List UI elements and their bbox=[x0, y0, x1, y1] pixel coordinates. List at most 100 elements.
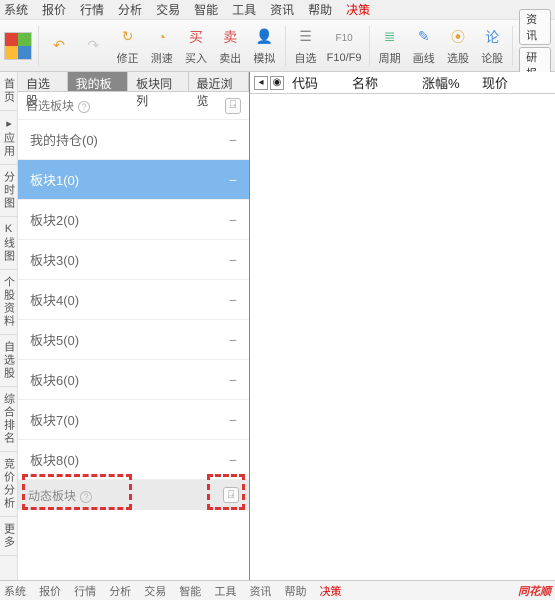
col-price[interactable]: 现价 bbox=[478, 73, 528, 92]
collapse-icon[interactable]: − bbox=[229, 412, 237, 428]
menu-smart[interactable]: 智能 bbox=[194, 1, 218, 18]
list-item[interactable]: 板块6(0) − bbox=[18, 360, 249, 400]
menu-system[interactable]: 系统 bbox=[4, 1, 28, 18]
vtab-more[interactable]: 更多 bbox=[0, 517, 19, 556]
toolbar-fix-label: 修正 bbox=[117, 50, 139, 66]
vtab-favorites[interactable]: 自选股 bbox=[0, 335, 19, 387]
menu-news[interactable]: 资讯 bbox=[270, 1, 294, 18]
buy-icon: 买 bbox=[185, 26, 207, 48]
status-menu-item[interactable]: 交易 bbox=[144, 586, 166, 598]
vtab-stockinfo[interactable]: 个股资料 bbox=[0, 270, 19, 335]
toolbar-separator bbox=[38, 26, 39, 66]
collapse-icon[interactable]: − bbox=[229, 252, 237, 268]
col-change[interactable]: 涨幅% bbox=[418, 73, 478, 92]
toolbar-pick-button[interactable]: ⦿选股 bbox=[444, 23, 472, 69]
status-menu-item[interactable]: 报价 bbox=[39, 586, 61, 598]
toolbar-f10-button[interactable]: F10F10/F9 bbox=[326, 23, 363, 69]
vtab-auction[interactable]: 竞价分析 bbox=[0, 452, 19, 517]
back-icon: ↶ bbox=[48, 35, 70, 57]
toolbar-fav-button[interactable]: ☰自选 bbox=[291, 23, 319, 69]
menu-market[interactable]: 行情 bbox=[80, 1, 104, 18]
list-item[interactable]: 板块2(0)− bbox=[18, 200, 249, 240]
toolbar-f10-label: F10/F9 bbox=[327, 52, 362, 64]
status-menu-item[interactable]: 系统 bbox=[4, 586, 26, 598]
add-dynamic-sector-button[interactable]: ⍈ bbox=[223, 487, 239, 503]
vtab-home[interactable]: 首页 bbox=[0, 72, 19, 111]
menu-help[interactable]: 帮助 bbox=[308, 1, 332, 18]
col-name[interactable]: 名称 bbox=[348, 73, 418, 92]
target-icon[interactable]: ◉ bbox=[270, 76, 284, 90]
list-item[interactable]: 板块7(0) − bbox=[18, 400, 249, 440]
list-item-label: 板块4(0) bbox=[30, 290, 79, 309]
vtab-ranking[interactable]: 综合排名 bbox=[0, 387, 19, 452]
menu-strategy[interactable]: 决策 bbox=[346, 1, 370, 18]
status-menu-item[interactable]: 行情 bbox=[74, 586, 96, 598]
panel: 自选股 我的板块 板块同列 最近浏览 自选板块? ⍈ 我的持仓(0) − 板块1(… bbox=[18, 72, 250, 580]
nav-forward-button[interactable]: ↷ bbox=[79, 23, 107, 69]
toolbar-news-button[interactable]: 资讯 bbox=[519, 9, 551, 45]
tab-sector-cols[interactable]: 板块同列 bbox=[128, 72, 188, 91]
collapse-icon[interactable]: − bbox=[229, 132, 237, 148]
collapse-icon[interactable]: − bbox=[229, 172, 237, 188]
panel-header-label: 自选板块? bbox=[26, 97, 90, 114]
list-item-label: 板块7(0) bbox=[30, 410, 79, 429]
tab-self[interactable]: 自选股 bbox=[18, 72, 68, 91]
status-menu-item[interactable]: 工具 bbox=[214, 586, 236, 598]
tab-recent[interactable]: 最近浏览 bbox=[189, 72, 249, 91]
list-item-label: 板块8(0) bbox=[30, 450, 79, 469]
collapse-icon[interactable]: − bbox=[229, 332, 237, 348]
menu-trade[interactable]: 交易 bbox=[156, 1, 180, 18]
menu-quote[interactable]: 报价 bbox=[42, 1, 66, 18]
list-item-label: 我的持仓(0) bbox=[30, 130, 98, 149]
forum-icon: 论 bbox=[481, 26, 503, 48]
list-item-label: 板块1(0) bbox=[30, 170, 79, 189]
fix-icon: ↻ bbox=[117, 26, 139, 48]
collapse-icon[interactable]: − bbox=[229, 292, 237, 308]
status-menu-item[interactable]: 智能 bbox=[179, 586, 201, 598]
toolbar-sell-button[interactable]: 卖卖出 bbox=[216, 23, 244, 69]
toolbar-forum-button[interactable]: 论论股 bbox=[478, 23, 506, 69]
toolbar-fix-button[interactable]: ↻ 修正 bbox=[113, 23, 141, 69]
list-item[interactable]: 我的持仓(0) − bbox=[18, 120, 249, 160]
speed-icon: ◔ bbox=[151, 26, 173, 48]
help-icon[interactable]: ? bbox=[80, 491, 92, 503]
sim-icon: 👤 bbox=[253, 26, 275, 48]
toolbar-separator bbox=[285, 26, 286, 66]
list-item[interactable]: 板块5(0)− bbox=[18, 320, 249, 360]
status-menu-item[interactable]: 分析 bbox=[109, 586, 131, 598]
nav-back-button[interactable]: ↶ bbox=[45, 23, 73, 69]
sidebar-left: 首页 ▸应用 分时图 K线图 个股资料 自选股 综合排名 竞价分析 更多 bbox=[0, 72, 18, 580]
help-icon[interactable]: ? bbox=[78, 101, 90, 113]
status-menu-item[interactable]: 帮助 bbox=[285, 586, 307, 598]
list-item[interactable]: 板块8(0) − bbox=[18, 440, 249, 480]
status-menu-item[interactable]: 决策 bbox=[320, 586, 342, 598]
add-sector-button[interactable]: ⍈ bbox=[225, 98, 241, 114]
toolbar-pick-label: 选股 bbox=[447, 50, 469, 66]
vtab-kline[interactable]: K线图 bbox=[0, 217, 19, 270]
list-item[interactable]: 板块3(0) − bbox=[18, 240, 249, 280]
toolbar-period-button[interactable]: ≣周期 bbox=[375, 23, 403, 69]
collapse-icon[interactable]: − bbox=[229, 212, 237, 228]
forward-icon: ↷ bbox=[82, 35, 104, 57]
pin-icon[interactable]: ◂ bbox=[254, 76, 268, 90]
list-item[interactable]: 板块4(0) − bbox=[18, 280, 249, 320]
collapse-icon[interactable]: − bbox=[229, 372, 237, 388]
col-code[interactable]: 代码 bbox=[288, 73, 348, 92]
toolbar-buy-button[interactable]: 买买入 bbox=[182, 23, 210, 69]
toolbar-sim-button[interactable]: 👤模拟 bbox=[250, 23, 278, 69]
tab-my-sector[interactable]: 我的板块 bbox=[68, 72, 128, 91]
list-item-label: 板块6(0) bbox=[30, 370, 79, 389]
vtab-timechart[interactable]: 分时图 bbox=[0, 165, 19, 217]
period-icon: ≣ bbox=[379, 26, 401, 48]
toolbar-speed-button[interactable]: ◔测速 bbox=[148, 23, 176, 69]
status-menu-item[interactable]: 资讯 bbox=[249, 586, 271, 598]
menu-analysis[interactable]: 分析 bbox=[118, 1, 142, 18]
list-item-label: 板块3(0) bbox=[30, 250, 79, 269]
toolbar-draw-label: 画线 bbox=[413, 50, 435, 66]
collapse-icon[interactable]: − bbox=[229, 452, 237, 468]
list-item[interactable]: 板块1(0) − bbox=[18, 160, 249, 200]
toolbar-draw-button[interactable]: ✎画线 bbox=[410, 23, 438, 69]
vtab-apps[interactable]: ▸应用 bbox=[0, 111, 19, 165]
logo-button[interactable] bbox=[4, 23, 32, 69]
menu-tools[interactable]: 工具 bbox=[232, 1, 256, 18]
